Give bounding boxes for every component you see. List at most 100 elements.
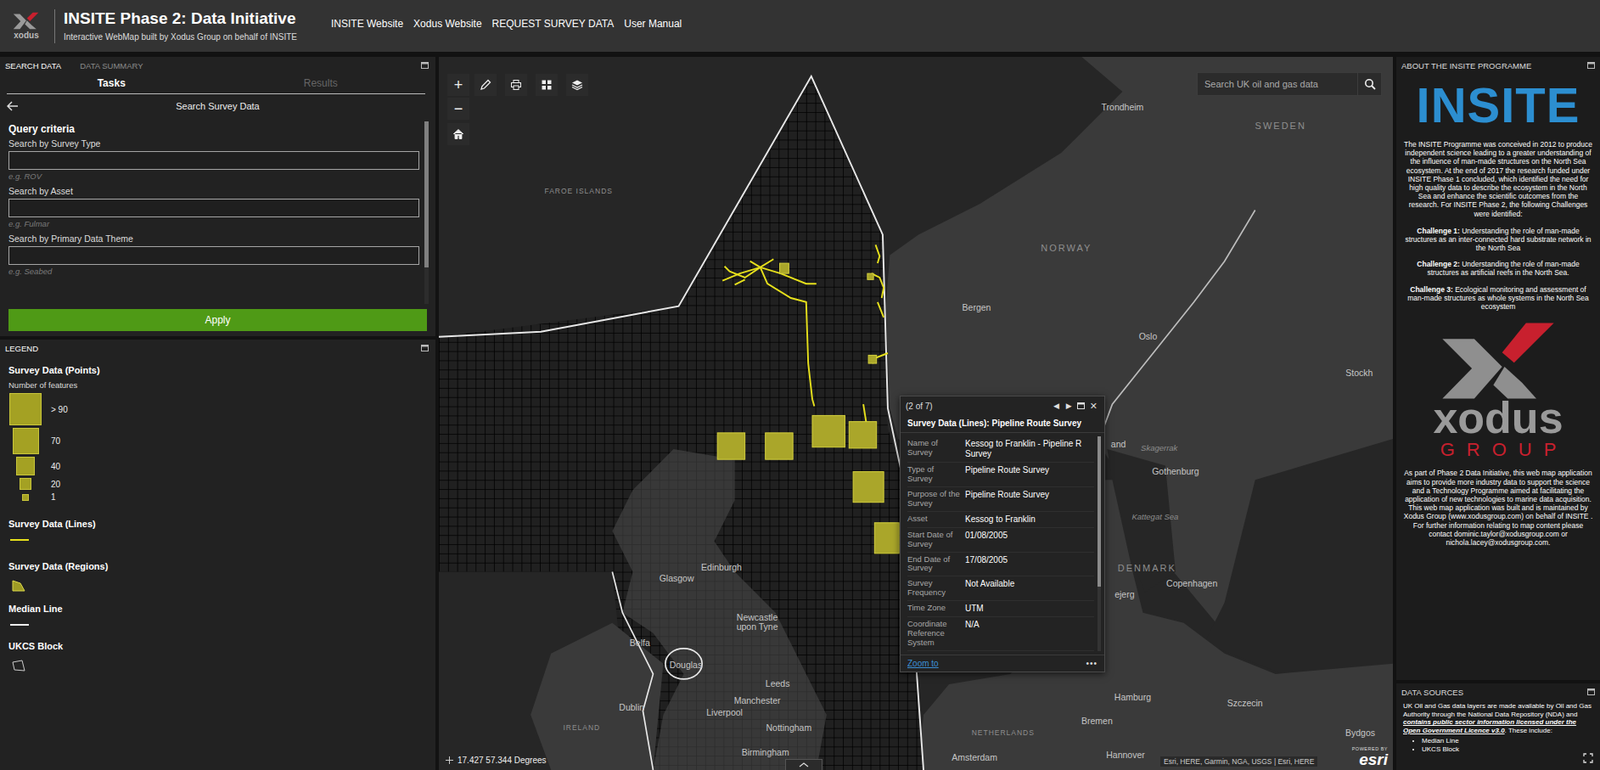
brand-logo[interactable]: xodus bbox=[6, 11, 46, 40]
more-button[interactable]: ••• bbox=[1085, 658, 1098, 669]
map-search-input[interactable] bbox=[1196, 72, 1359, 96]
map-toolbar bbox=[474, 73, 589, 96]
next-button[interactable]: ▶ bbox=[1064, 401, 1074, 410]
print-button[interactable] bbox=[505, 73, 528, 96]
great-britain-land bbox=[611, 449, 826, 770]
back-arrow-icon[interactable] bbox=[6, 101, 19, 112]
about-intro: The INSITE Programme was conceived in 20… bbox=[1396, 140, 1600, 219]
chevron-up-icon bbox=[798, 762, 809, 768]
map-label: Skagerrak bbox=[1140, 443, 1178, 453]
map-view[interactable]: TrondheimSWEDENFAROE ISLANDSNORWAYBergen… bbox=[438, 56, 1393, 770]
zoom-to-link[interactable]: Zoom to bbox=[907, 658, 939, 669]
popup-field-value: UTM bbox=[965, 603, 1095, 614]
popup-header: (2 of 7)◀▶✕ bbox=[900, 396, 1105, 416]
draw-button[interactable] bbox=[474, 73, 497, 96]
map-label: IRELAND bbox=[562, 724, 601, 732]
scroll-thumb[interactable] bbox=[1097, 436, 1101, 587]
grid-icon bbox=[540, 78, 553, 91]
popup-field-value: Kessog to Franklin bbox=[965, 514, 1095, 525]
map-label: Szczecin bbox=[1227, 698, 1264, 709]
layers-button[interactable] bbox=[566, 73, 589, 96]
map-label: Bydgos bbox=[1345, 728, 1376, 739]
nav-link[interactable]: INSITE Website bbox=[331, 17, 404, 30]
zoom-in-button[interactable]: + bbox=[447, 73, 470, 96]
field-label: Search by Primary Data Theme bbox=[8, 233, 420, 244]
popup-scrollbar[interactable] bbox=[1097, 436, 1101, 652]
legend-label: 20 bbox=[50, 479, 61, 489]
maximize-icon[interactable] bbox=[1587, 688, 1595, 696]
field-input[interactable] bbox=[8, 198, 420, 218]
maximize-icon[interactable] bbox=[421, 344, 429, 352]
search-icon bbox=[1364, 78, 1376, 90]
panel-tab[interactable]: DATA SUMMARY bbox=[79, 61, 143, 71]
nav-link[interactable]: User Manual bbox=[623, 17, 682, 30]
popup-field-label: Asset bbox=[907, 514, 960, 525]
swatch-cell bbox=[8, 427, 43, 455]
left-panel: SEARCH DATA DATA SUMMARY TasksResults Searc… bbox=[0, 56, 436, 770]
map-label: Edinburgh bbox=[701, 562, 742, 573]
nav-link[interactable]: REQUEST SURVEY DATA bbox=[492, 17, 615, 30]
popup-field: Asset Kessog to Franklin bbox=[907, 511, 1095, 528]
maximize-icon[interactable] bbox=[1077, 402, 1085, 410]
field-hint: e.g. Fulmar bbox=[8, 218, 420, 229]
form-scrollbar[interactable] bbox=[424, 121, 429, 304]
popup-field-value: 17/08/2005 bbox=[965, 555, 1095, 574]
panel-tabs: SEARCH DATA DATA SUMMARY bbox=[0, 56, 436, 74]
close-button[interactable]: ✕ bbox=[1088, 400, 1100, 412]
feature-popup: (2 of 7)◀▶✕Survey Data (Lines): Pipeline… bbox=[899, 395, 1106, 673]
popup-field-value: N/A bbox=[965, 619, 1095, 648]
popup-field-label: Coordinate Reference System bbox=[907, 619, 960, 648]
header-divider bbox=[54, 9, 56, 44]
point-symbol-icon bbox=[16, 456, 35, 476]
field-input[interactable] bbox=[8, 151, 420, 170]
legend-group: UKCS Block bbox=[8, 640, 427, 672]
popup-rows: Name of SurveyKessog to Franklin - Pipel… bbox=[907, 436, 1095, 652]
legend-item: 1 bbox=[8, 492, 427, 502]
map-label: Birmingham bbox=[741, 747, 790, 758]
maximize-icon[interactable] bbox=[1587, 61, 1595, 69]
subtab[interactable]: Tasks bbox=[6, 77, 217, 90]
swatch-cell bbox=[8, 456, 43, 476]
legend-group-title: UKCS Block bbox=[8, 640, 427, 652]
maximize-icon[interactable] bbox=[421, 61, 429, 69]
point-symbol-icon bbox=[19, 477, 32, 490]
map-label: Douglas bbox=[669, 660, 703, 671]
popup-field-value: Not Available bbox=[965, 578, 1095, 598]
subtabs: TasksResults bbox=[6, 73, 426, 95]
previous-button[interactable]: ◀ bbox=[1051, 401, 1062, 410]
scroll-thumb[interactable] bbox=[424, 121, 429, 268]
coordinates-text: 17.427 57.344 Degrees bbox=[457, 755, 547, 765]
field-hint: e.g. ROV bbox=[8, 171, 420, 181]
legend-item: 40 bbox=[8, 456, 427, 476]
licence-link[interactable]: contains public sector information licen… bbox=[1403, 718, 1577, 735]
task-title: Search Survey Data bbox=[23, 101, 412, 112]
map-label: Hamburg bbox=[1114, 692, 1151, 703]
ukcs-block-grid bbox=[438, 76, 924, 770]
esri-logo[interactable]: POWERED BYesri bbox=[1352, 746, 1388, 769]
map-label: FAROE ISLANDS bbox=[544, 187, 613, 196]
map-label: Newcastle upon Tyne bbox=[736, 612, 779, 633]
legend-group-title: Survey Data (Points) bbox=[8, 364, 427, 376]
challenge-label: Challenge 2: bbox=[1416, 259, 1460, 269]
apply-button[interactable]: Apply bbox=[8, 308, 427, 332]
header-nav: INSITE Website Xodus Website REQUEST SURVE… bbox=[331, 17, 682, 30]
map-search-button[interactable] bbox=[1358, 72, 1382, 96]
subtab[interactable]: Results bbox=[216, 77, 427, 90]
xodus-logo: xodusGROUP bbox=[1428, 322, 1569, 461]
nav-link[interactable]: Xodus Website bbox=[413, 17, 483, 30]
pencil-icon bbox=[479, 78, 492, 91]
challenge-list: Challenge 1: Understanding the role of m… bbox=[1396, 226, 1600, 312]
fullscreen-icon[interactable] bbox=[1583, 752, 1594, 764]
bottom-panel-toggle[interactable] bbox=[785, 758, 823, 770]
legend-group: Survey Data (Regions) bbox=[8, 561, 427, 592]
field-input[interactable] bbox=[8, 246, 420, 265]
basemap-button[interactable] bbox=[535, 73, 558, 96]
legend-label: 40 bbox=[50, 461, 61, 472]
home-button[interactable] bbox=[447, 123, 470, 146]
zoom-out-button[interactable]: − bbox=[447, 97, 470, 120]
region-symbol-icon bbox=[11, 579, 26, 592]
popup-field: Time ZoneUTM bbox=[907, 600, 1095, 618]
panel-tab[interactable]: SEARCH DATA bbox=[5, 61, 62, 71]
search-panel: SEARCH DATA DATA SUMMARY TasksResults Searc… bbox=[0, 56, 436, 340]
xodus-wordmark: xodus bbox=[1432, 395, 1563, 440]
